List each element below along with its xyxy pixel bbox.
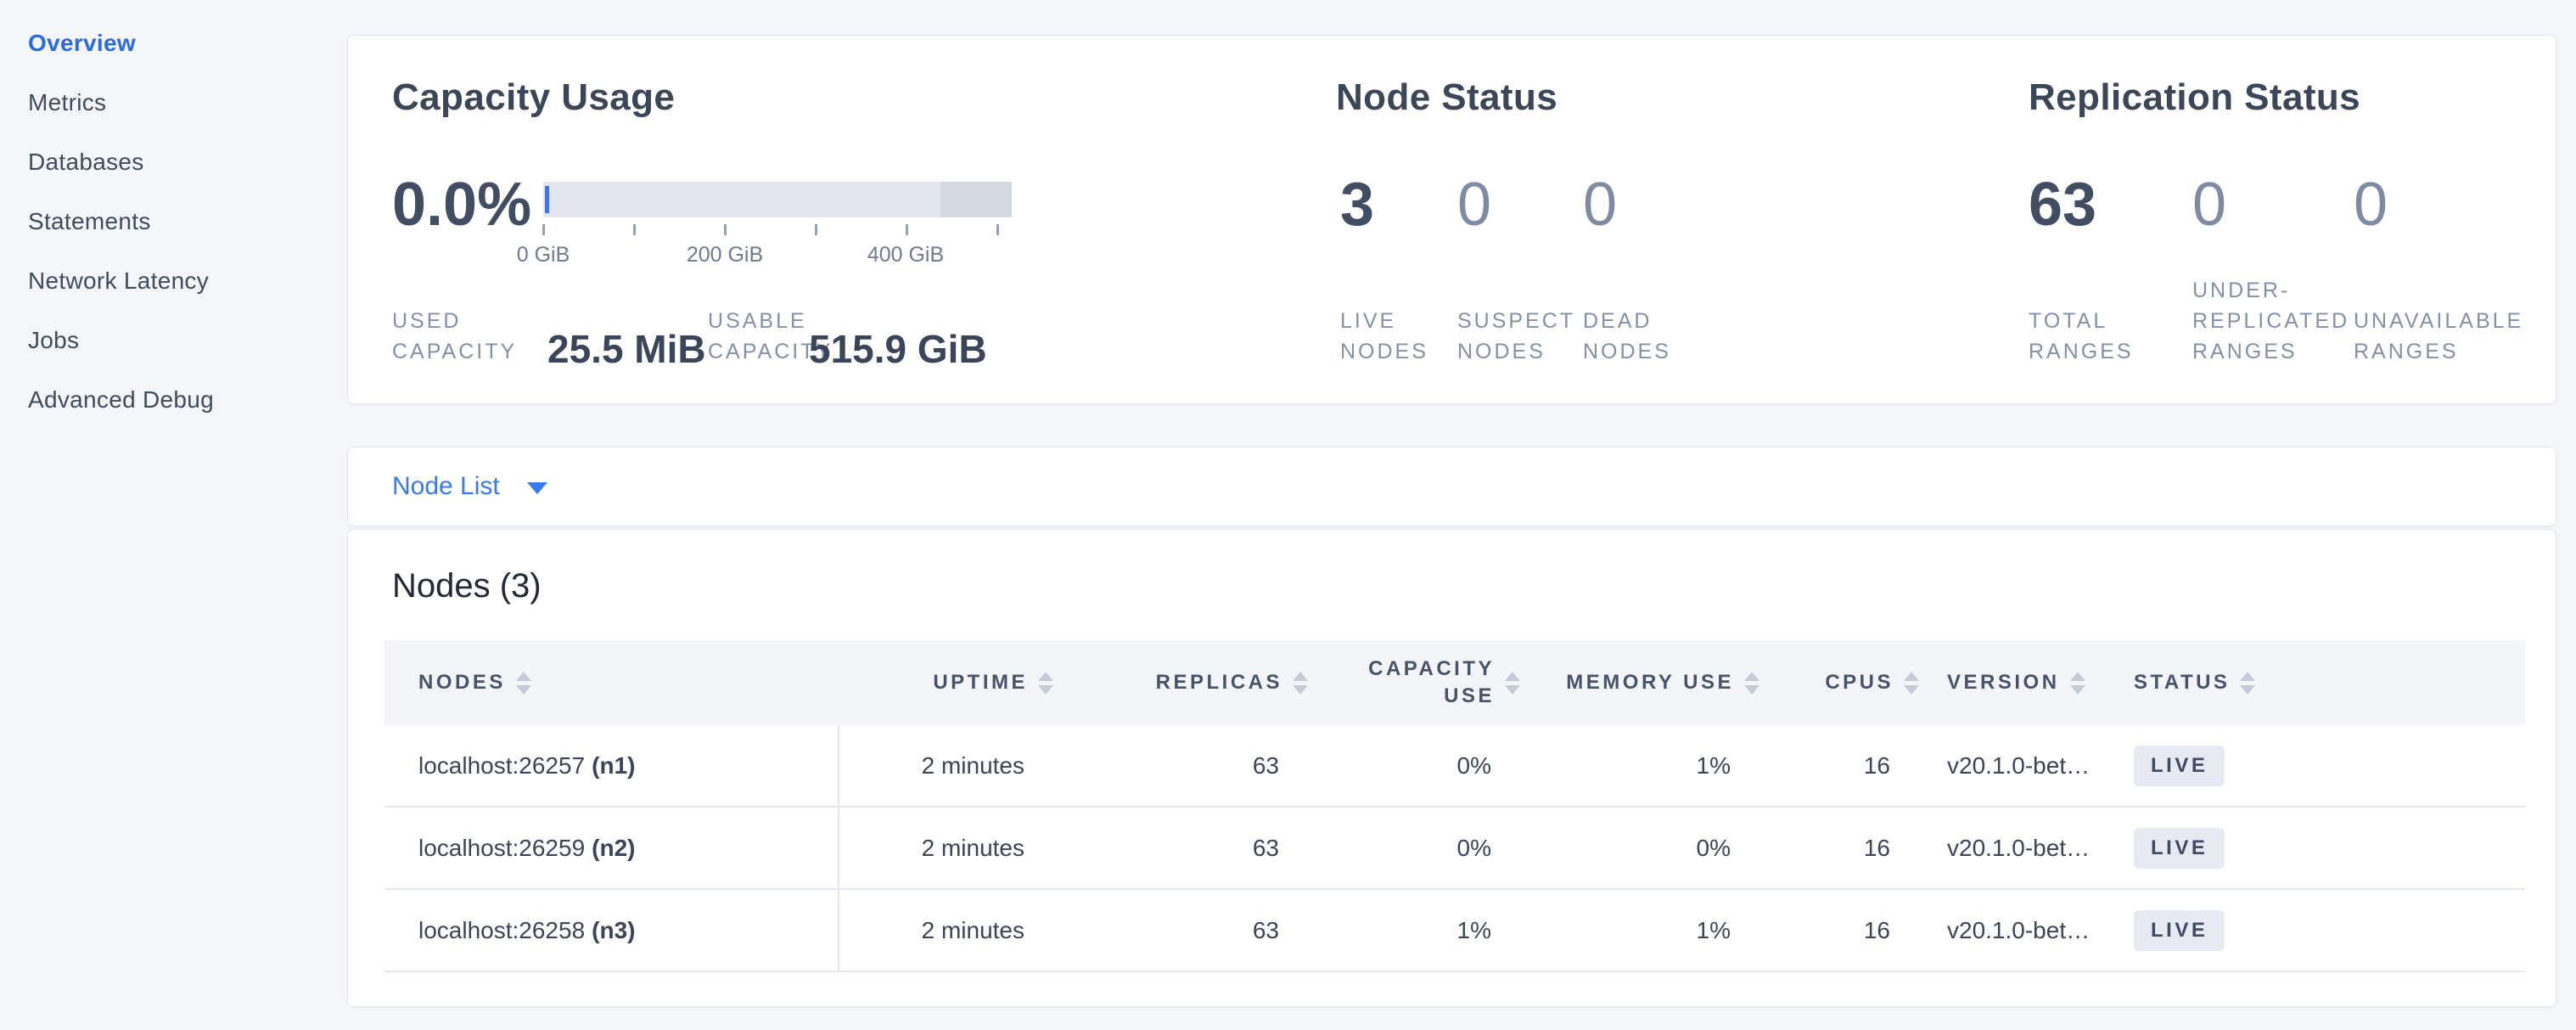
version-cell: v20.1.0-bet… <box>1919 890 2097 971</box>
sort-icon <box>2070 672 2085 695</box>
sidebar-item-databases[interactable]: Databases <box>28 132 144 192</box>
sort-icon <box>1293 672 1308 695</box>
cluster-summary-card: Capacity Usage 0.0% 0 GiB 200 GiB 400 Gi… <box>347 35 2556 404</box>
replication-status-title: Replication Status <box>2029 76 2360 119</box>
memory-use-cell: 1% <box>1520 725 1759 806</box>
sort-icon <box>1744 672 1759 695</box>
table-row[interactable]: localhost:26258 (n3) 2 minutes 63 1% 1% … <box>384 890 2525 972</box>
node-status-title: Node Status <box>1336 76 1557 119</box>
sidebar-item-overview[interactable]: Overview <box>28 14 136 73</box>
dead-nodes-count: 0 <box>1583 170 1617 239</box>
axis-tick <box>633 224 636 235</box>
column-header-cpus[interactable]: CPUS <box>1759 640 1919 725</box>
sort-icon <box>1505 672 1520 695</box>
node-id: (n3) <box>592 917 635 944</box>
column-header-replicas[interactable]: REPLICAS <box>1053 640 1308 725</box>
capacity-usage-title: Capacity Usage <box>392 76 675 119</box>
chevron-down-icon <box>527 482 547 494</box>
axis-tick-label: 200 GiB <box>665 243 784 267</box>
capacity-use-cell: 0% <box>1308 725 1520 806</box>
nodes-table-card: Nodes (3) NODES UPTIME REPLICAS CAPACITY… <box>347 529 2556 1007</box>
status-badge: LIVE <box>2134 828 2225 869</box>
used-capacity-label: USED CAPACITY <box>392 306 532 367</box>
cpus-cell: 16 <box>1759 808 1919 888</box>
live-nodes-count: 3 <box>1340 170 1374 239</box>
nodes-table: NODES UPTIME REPLICAS CAPACITY USE MEMOR… <box>384 640 2525 972</box>
column-header-status[interactable]: STATUS <box>2097 640 2525 725</box>
node-id: (n1) <box>592 752 635 780</box>
table-header-row: NODES UPTIME REPLICAS CAPACITY USE MEMOR… <box>384 640 2525 725</box>
column-header-version[interactable]: VERSION <box>1919 640 2097 725</box>
sort-icon <box>1904 672 1919 695</box>
axis-tick <box>996 224 999 235</box>
cpus-cell: 16 <box>1759 890 1919 971</box>
sidebar-item-network-latency[interactable]: Network Latency <box>28 251 209 311</box>
status-badge: LIVE <box>2134 910 2225 951</box>
unavailable-ranges-count: 0 <box>2354 170 2388 239</box>
sidebar-item-statements[interactable]: Statements <box>28 192 151 251</box>
uptime-cell: 2 minutes <box>839 725 1053 806</box>
total-ranges-count: 63 <box>2029 170 2096 239</box>
uptime-cell: 2 minutes <box>839 808 1053 888</box>
column-header-memory-use[interactable]: MEMORY USE <box>1520 640 1759 725</box>
axis-tick <box>906 224 908 235</box>
node-address: localhost:26258 <box>418 917 585 944</box>
version-cell: v20.1.0-bet… <box>1919 725 2097 806</box>
capacity-bar-other-segment <box>940 182 1012 217</box>
capacity-use-cell: 0% <box>1308 808 1520 888</box>
sort-icon <box>1038 672 1053 695</box>
column-header-uptime[interactable]: UPTIME <box>839 640 1053 725</box>
sidebar-item-jobs[interactable]: Jobs <box>28 311 79 370</box>
capacity-use-cell: 1% <box>1308 890 1520 971</box>
node-address: localhost:26259 <box>418 835 585 862</box>
node-address: localhost:26257 <box>418 752 585 780</box>
axis-tick-label: 400 GiB <box>846 243 965 267</box>
node-list-label: Node List <box>392 472 500 501</box>
under-replicated-ranges-count: 0 <box>2192 170 2226 239</box>
axis-tick-label: 0 GiB <box>484 243 603 267</box>
suspect-nodes-label: SUSPECT NODES <box>1457 306 1580 367</box>
dead-nodes-label: DEAD NODES <box>1583 306 1693 367</box>
status-badge: LIVE <box>2134 746 2225 786</box>
nodes-heading: Nodes (3) <box>392 567 542 605</box>
node-id: (n2) <box>592 835 635 862</box>
version-cell: v20.1.0-bet… <box>1919 808 2097 888</box>
suspect-nodes-count: 0 <box>1457 170 1491 239</box>
capacity-used-percent: 0.0% <box>392 170 531 239</box>
node-list-dropdown[interactable]: Node List <box>392 447 547 526</box>
replicas-cell: 63 <box>1053 725 1308 806</box>
sidebar-item-advanced-debug[interactable]: Advanced Debug <box>28 370 214 430</box>
table-row[interactable]: localhost:26257 (n1) 2 minutes 63 0% 1% … <box>384 725 2525 808</box>
capacity-bar-used-segment <box>545 186 549 213</box>
node-list-dropdown-card: Node List <box>347 447 2556 526</box>
replicas-cell: 63 <box>1053 808 1308 888</box>
memory-use-cell: 1% <box>1520 890 1759 971</box>
axis-tick <box>724 224 727 235</box>
sidebar-item-metrics[interactable]: Metrics <box>28 73 106 132</box>
unavailable-ranges-label: UNAVAILABLE RANGES <box>2354 306 2553 367</box>
total-ranges-label: TOTAL RANGES <box>2029 306 2156 367</box>
sort-icon <box>2240 672 2255 695</box>
under-replicated-ranges-label: UNDER-REPLICATED RANGES <box>2192 275 2379 367</box>
axis-tick <box>542 224 545 235</box>
uptime-cell: 2 minutes <box>839 890 1053 971</box>
live-nodes-label: LIVE NODES <box>1340 306 1451 367</box>
used-capacity-value: 25.5 MiB <box>547 326 706 372</box>
sidebar: Overview Metrics Databases Statements Ne… <box>0 0 347 1030</box>
capacity-bar-chart <box>543 182 1012 217</box>
replicas-cell: 63 <box>1053 890 1308 971</box>
cpus-cell: 16 <box>1759 725 1919 806</box>
column-header-capacity-use[interactable]: CAPACITY USE <box>1308 640 1520 725</box>
sort-icon <box>516 672 531 695</box>
usable-capacity-value: 515.9 GiB <box>809 326 987 372</box>
axis-tick <box>815 224 817 235</box>
column-header-nodes[interactable]: NODES <box>384 640 839 725</box>
table-row[interactable]: localhost:26259 (n2) 2 minutes 63 0% 0% … <box>384 808 2525 890</box>
memory-use-cell: 0% <box>1520 808 1759 888</box>
